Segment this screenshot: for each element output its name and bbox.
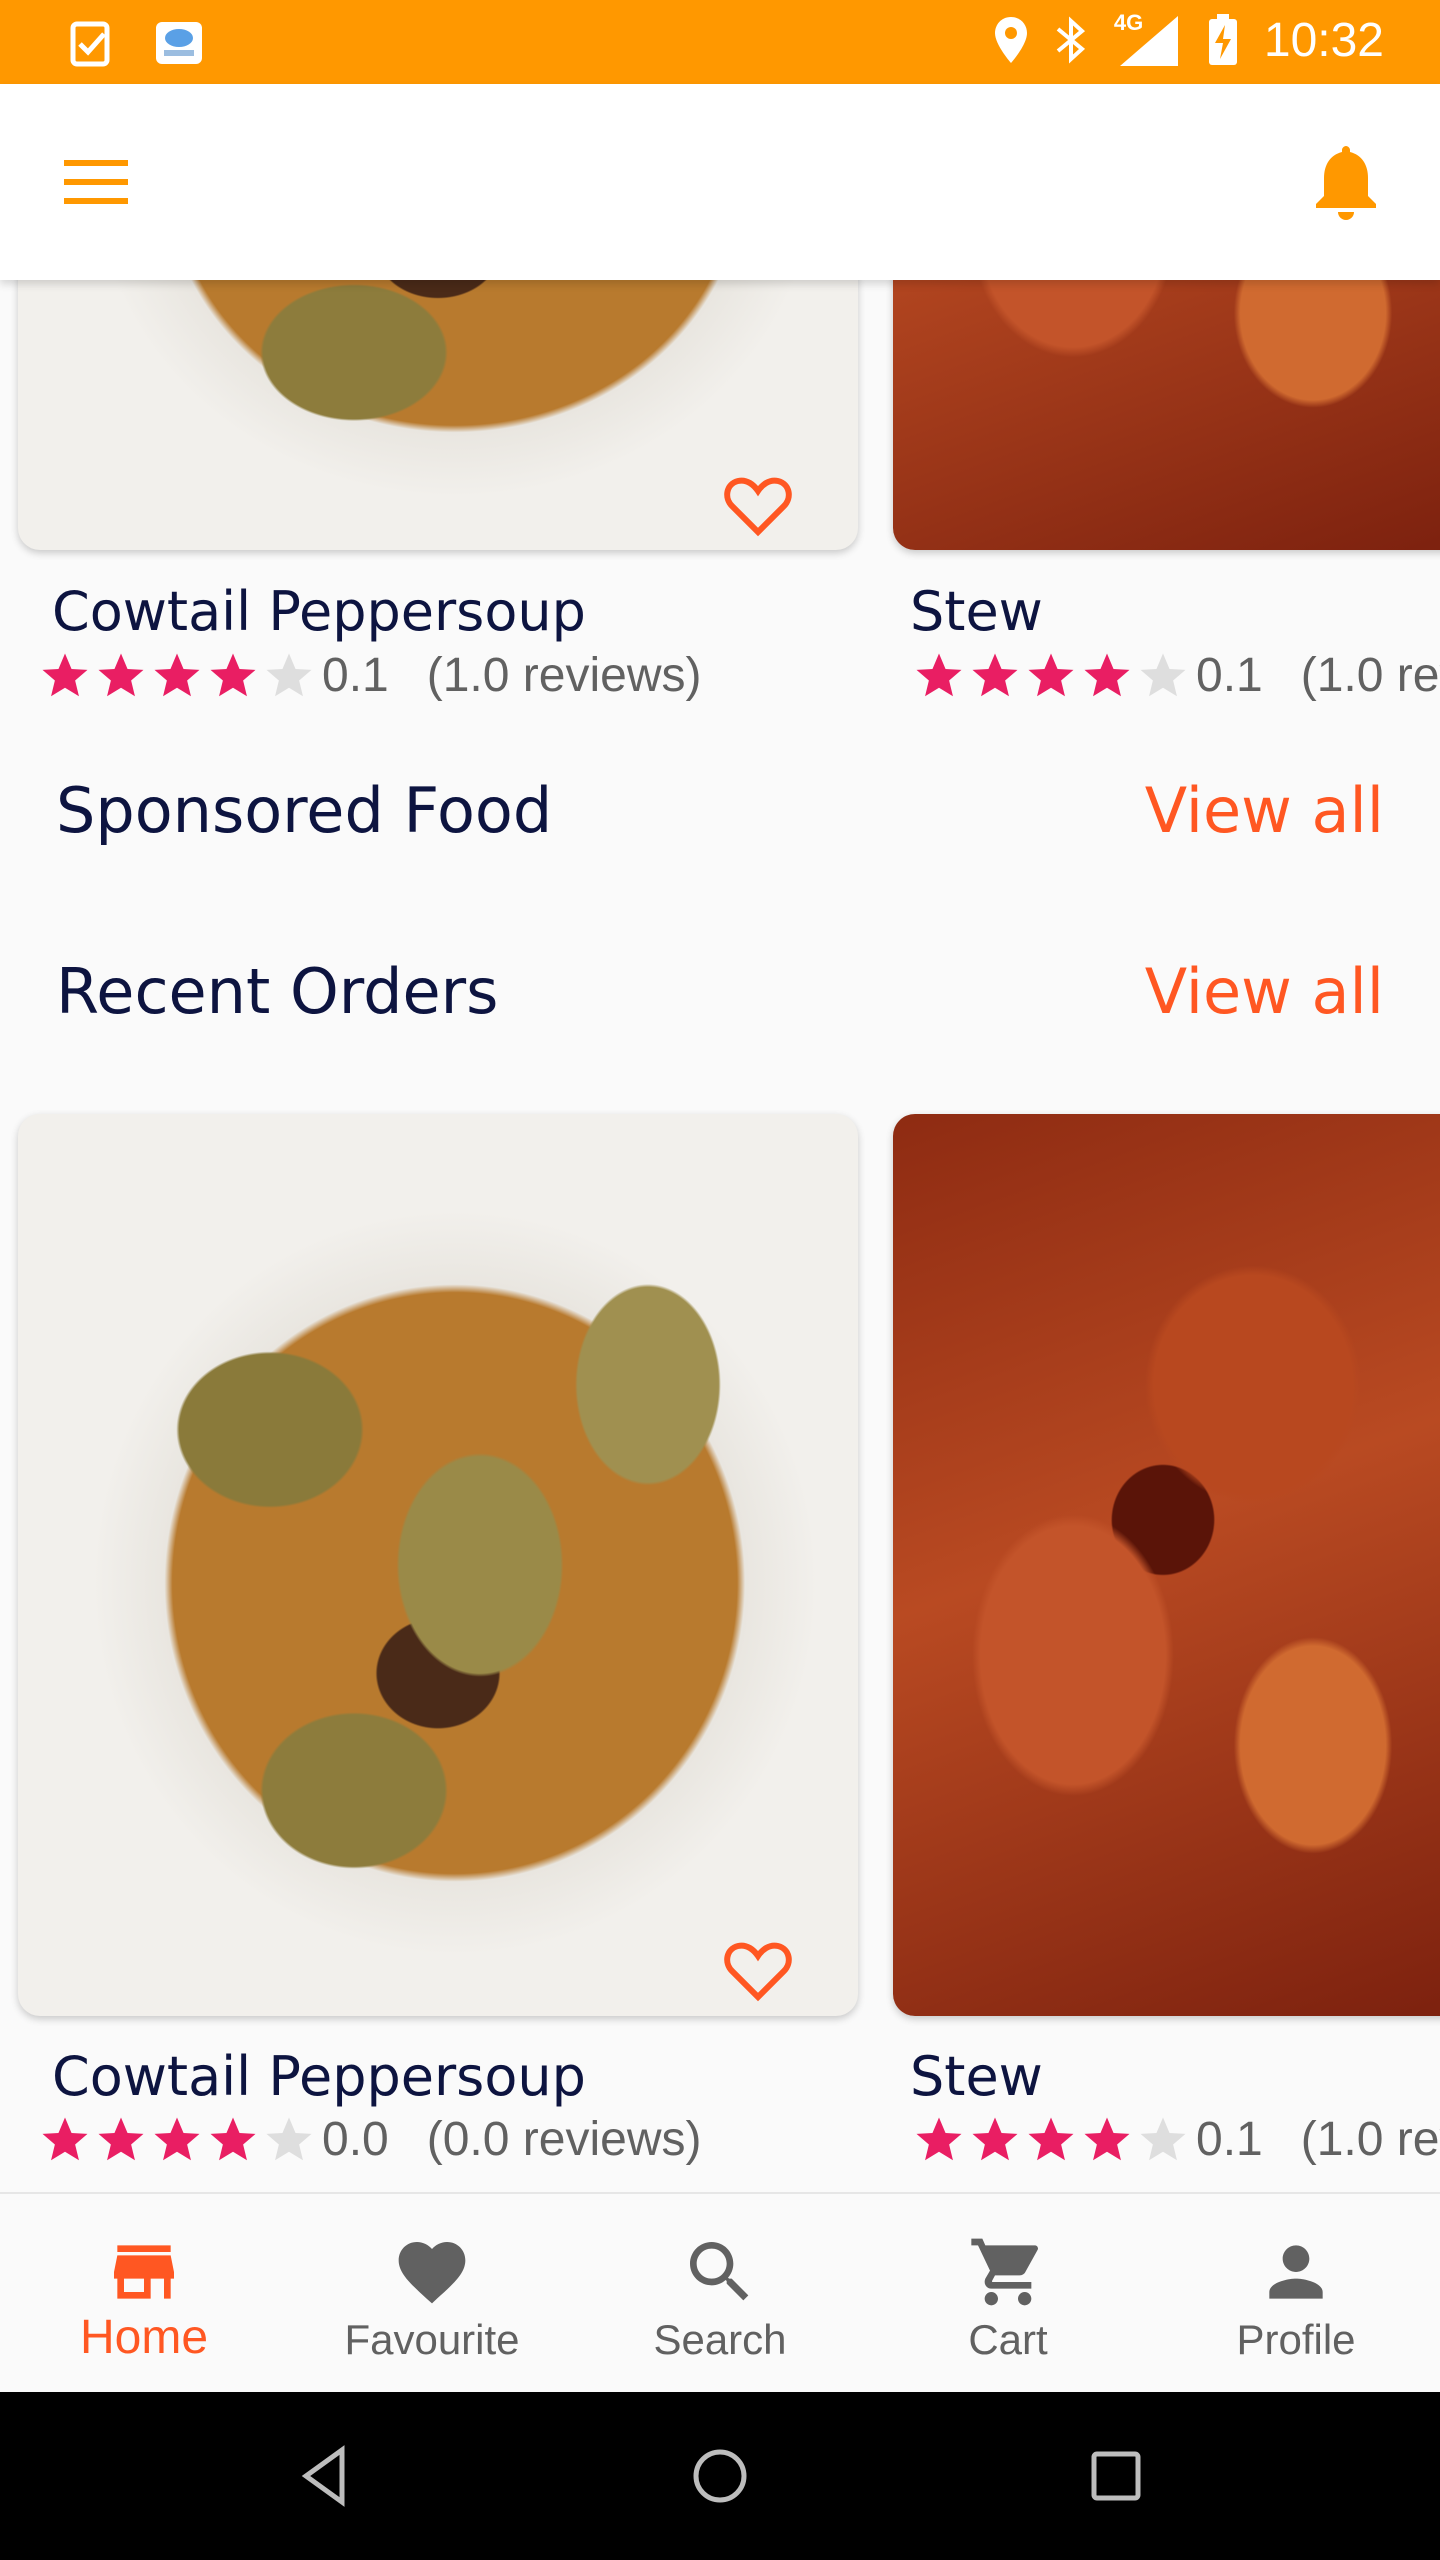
nav-label: Profile [1236,2316,1356,2363]
star-filled-icon [1028,653,1074,696]
section-title-recent-orders: Recent Orders [56,955,499,1028]
food-title: Stew [910,2045,1043,2108]
battery-charging-icon [1208,14,1237,65]
signal-icon: 4G [1112,10,1182,68]
nav-item-favourite[interactable]: Favourite [288,2194,576,2394]
star-rating [38,649,316,703]
star-empty-icon [1140,2117,1186,2160]
star-rating [912,649,1190,703]
food-title: Cowtail Peppersoup [52,2045,586,2108]
heart-outline-icon [724,477,792,537]
star-filled-icon [154,653,200,696]
favourite-button[interactable] [722,474,794,538]
nav-label: Home [79,2311,209,2364]
rating-row: 0.1 (1.0 reviews) [912,2112,1440,2167]
nav-item-profile[interactable]: Profile [1152,2194,1440,2394]
search-icon [690,2242,749,2301]
star-filled-icon [916,2117,962,2160]
star-filled-icon [154,2117,200,2160]
menu-button[interactable] [56,150,136,214]
rating-value: 0.1 [1196,649,1263,702]
star-empty-icon [266,653,312,696]
section-title-sponsored: Sponsored Food [56,774,553,847]
star-filled-icon [1084,653,1130,696]
heart-icon [398,2242,466,2304]
hamburger-menu-icon [64,160,128,204]
review-count: (1.0 reviews) [426,649,702,702]
network-type: 4G [1113,10,1144,35]
nav-label: Cart [968,2316,1048,2363]
rating-value: 0.1 [1196,2113,1263,2166]
bluetooth-icon [1056,16,1085,64]
star-filled-icon [98,653,144,696]
food-card-image[interactable] [18,1114,858,2016]
clipboard-check-icon [70,21,110,67]
store-icon [114,2245,174,2299]
nav-item-home[interactable]: Home [0,2194,288,2394]
star-rating [38,2113,316,2167]
star-filled-icon [210,653,256,696]
rating-value: 0.0 [322,2113,389,2166]
nav-item-cart[interactable]: Cart [864,2194,1152,2394]
star-empty-icon [266,2117,312,2160]
clock: 10:32 [1263,13,1384,67]
home-content[interactable]: Cowtail Peppersoup 0.1 (1.0 reviews) Ste… [0,280,1440,2192]
home-circle-icon[interactable] [684,2440,756,2512]
back-icon[interactable] [288,2440,360,2512]
star-filled-icon [210,2117,256,2160]
cloud-app-icon [156,22,202,64]
star-filled-icon [98,2117,144,2160]
star-filled-icon [42,2117,88,2160]
system-navigation-bar [0,2392,1440,2560]
view-all-recent-link[interactable]: View all [1145,955,1384,1028]
notifications-button[interactable] [1308,140,1384,224]
rating-row: 0.0 (0.0 reviews) [38,2112,701,2167]
favourite-button[interactable] [722,1939,794,2003]
star-filled-icon [972,2117,1018,2160]
rating-row: 0.1 (1.0 reviews) [912,648,1440,703]
person-icon [1269,2245,1323,2299]
food-title: Stew [910,580,1043,643]
food-card-image[interactable] [893,1114,1440,2016]
star-filled-icon [916,653,962,696]
star-filled-icon [1084,2117,1130,2160]
food-title: Cowtail Peppersoup [52,580,586,643]
nav-item-search[interactable]: Search [576,2194,864,2394]
cart-icon [971,2238,1038,2306]
food-card-image[interactable] [893,280,1440,550]
status-bar: 4G 10:32 [0,0,1440,84]
view-all-sponsored-link[interactable]: View all [1145,774,1384,847]
star-filled-icon [972,653,1018,696]
star-rating [912,2113,1190,2167]
review-count: (1.0 reviews) [1300,2113,1440,2166]
recents-square-icon[interactable] [1080,2440,1152,2512]
app-bar [0,84,1440,280]
rating-row: 0.1 (1.0 reviews) [38,648,701,703]
location-icon [994,17,1027,63]
heart-outline-icon [724,1942,792,2002]
nav-label: Search [653,2316,787,2363]
review-count: (0.0 reviews) [426,2113,702,2166]
bell-icon [1316,146,1376,220]
star-filled-icon [42,653,88,696]
rating-value: 0.1 [322,649,389,702]
nav-label: Favourite [344,2316,520,2363]
bottom-navigation: Home Favourite Search Cart Profile [0,2192,1440,2394]
star-empty-icon [1140,653,1186,696]
star-filled-icon [1028,2117,1074,2160]
review-count: (1.0 reviews) [1300,649,1440,702]
